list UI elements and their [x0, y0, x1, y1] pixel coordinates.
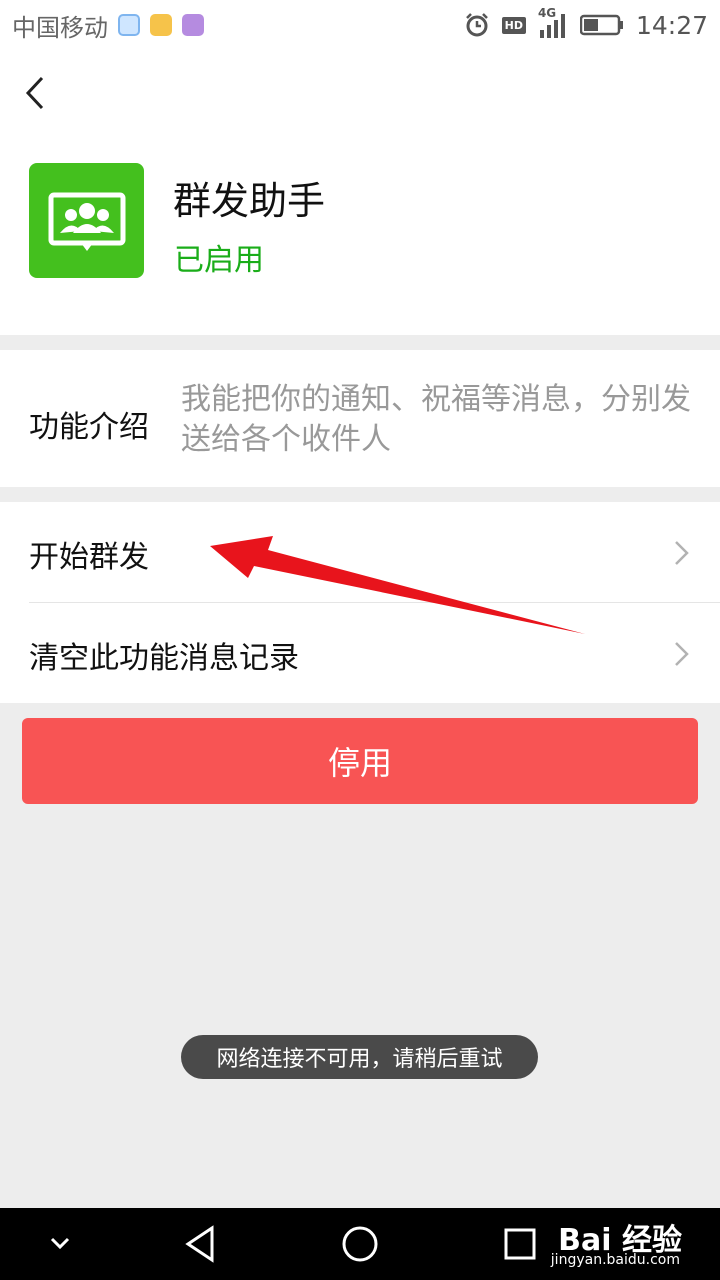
intro-label: 功能介绍	[29, 410, 149, 445]
action-list: 开始群发 清空此功能消息记录	[0, 502, 720, 703]
signal-icon: 4G	[538, 6, 568, 38]
group-chat-icon	[29, 163, 144, 278]
list-item-label: 清空此功能消息记录	[29, 641, 299, 676]
intro-text: 我能把你的通知、祝福等消息，分别发送给各个收件人	[181, 382, 691, 457]
status-bar: 中国移动 HD 4G 14:27	[0, 0, 720, 50]
start-broadcast-item[interactable]: 开始群发	[0, 502, 720, 603]
notification-icon	[182, 14, 204, 36]
notification-icon	[118, 14, 140, 36]
app-status: 已启用	[174, 243, 264, 278]
hd-icon: HD	[501, 16, 526, 34]
square-recent-icon[interactable]	[500, 1208, 540, 1280]
chevron-right-icon	[675, 541, 689, 565]
circle-home-icon[interactable]	[338, 1208, 382, 1280]
clear-history-item[interactable]: 清空此功能消息记录	[0, 603, 720, 703]
chevron-left-icon[interactable]	[18, 70, 58, 116]
status-icons: HD 4G 14:27	[464, 6, 708, 40]
notification-icon	[150, 14, 172, 36]
carrier-name: 中国移动	[12, 13, 108, 42]
disable-button[interactable]: 停用	[22, 718, 698, 804]
screen: 中国移动 HD 4G 14:27 群发助手 已启用 功能介绍 我能把你的通知、祝…	[0, 0, 720, 1280]
list-item-label: 开始群发	[29, 540, 149, 575]
watermark-url: jingyan.baidu.com	[550, 1252, 680, 1268]
feature-intro: 功能介绍 我能把你的通知、祝福等消息，分别发送给各个收件人	[0, 350, 720, 487]
hd-label: HD	[504, 18, 523, 32]
triangle-back-icon[interactable]	[178, 1208, 222, 1280]
alarm-icon	[465, 13, 488, 37]
app-header: 群发助手 已启用	[0, 50, 720, 335]
chevron-right-icon	[675, 642, 689, 666]
app-title: 群发助手	[173, 179, 326, 223]
clock-time: 14:27	[635, 10, 708, 40]
network-error-toast: 网络连接不可用，请稍后重试	[181, 1035, 538, 1079]
chevron-down-icon[interactable]	[40, 1208, 80, 1280]
battery-icon	[579, 14, 623, 36]
